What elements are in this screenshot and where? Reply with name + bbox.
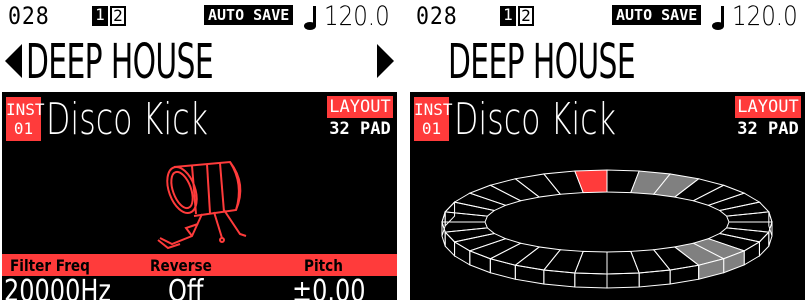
pad-segment-wall xyxy=(454,241,471,266)
tempo-display: 120.0 xyxy=(302,1,397,32)
tempo-display: 120.0 xyxy=(710,1,805,32)
layout-label: LAYOUT xyxy=(735,96,801,118)
bank-indicator: 1 2 xyxy=(92,6,126,26)
pattern-name: DEEP HOUSE xyxy=(448,34,636,90)
screen-pad-ring-view: 028 1 2 AUTO SAVE 120.0 DEEP HOUSE INST … xyxy=(410,0,805,300)
param-label-reverse: Reverse xyxy=(150,256,212,275)
tempo-value: 120.0 xyxy=(732,1,798,32)
pattern-name: DEEP HOUSE xyxy=(26,34,214,90)
layout-label: LAYOUT xyxy=(327,96,393,118)
right-arrow-icon[interactable] xyxy=(377,44,394,78)
pad-segment-wall xyxy=(469,250,491,274)
pad-segment[interactable] xyxy=(630,249,672,274)
instrument-name: Disco Kick xyxy=(454,94,616,145)
pad-segment-wall xyxy=(489,258,516,280)
pad-segment-wall xyxy=(743,241,760,266)
quarter-note-icon xyxy=(304,6,316,30)
pad-segment[interactable] xyxy=(453,192,507,212)
param-value-filter-freq[interactable]: 20000Hz xyxy=(4,275,111,300)
bank-2: 2 xyxy=(518,6,534,26)
pad-segment[interactable] xyxy=(574,169,608,194)
pattern-number: 028 xyxy=(416,2,458,30)
bank-1: 1 xyxy=(92,6,108,26)
screen-kick-drum-view: 028 1 2 AUTO SAVE 120.0 DEEP HOUSE INST … xyxy=(2,0,397,300)
bank-2: 2 xyxy=(110,6,126,26)
pad-segment[interactable] xyxy=(606,250,640,275)
instrument-panel: INST 01 Disco Kick LAYOUT 32 PAD xyxy=(2,92,397,300)
pad-segment[interactable] xyxy=(725,211,773,223)
pattern-name-row: DEEP HOUSE xyxy=(410,34,805,90)
pattern-name-row: DEEP HOUSE xyxy=(2,34,397,90)
pad-segment-wall xyxy=(514,264,545,285)
left-arrow-icon[interactable] xyxy=(5,44,22,78)
status-bar: 028 1 2 AUTO SAVE 120.0 xyxy=(2,0,397,36)
pattern-number: 028 xyxy=(8,2,50,30)
auto-save-badge: AUTO SAVE xyxy=(204,5,294,25)
layout-value: 32 PAD xyxy=(329,119,391,139)
instrument-tag-label: INST xyxy=(6,100,45,119)
pad-segment-wall xyxy=(669,264,700,285)
quarter-note-icon xyxy=(712,6,724,30)
bank-1: 1 xyxy=(500,6,516,26)
param-value-pitch[interactable]: ±0.00 xyxy=(292,275,366,300)
pad-segment-wall xyxy=(638,269,671,288)
param-label-filter-freq: Filter Freq xyxy=(10,256,90,275)
param-label-pitch: Pitch xyxy=(304,256,343,275)
pad-segment-wall xyxy=(444,230,456,258)
param-value-reverse[interactable]: Off xyxy=(168,275,203,300)
parameter-header-bar: Filter Freq Reverse Pitch xyxy=(2,254,397,276)
pad-segment-wall xyxy=(758,230,770,258)
pad-segment[interactable] xyxy=(488,178,541,202)
pad-segment[interactable] xyxy=(542,249,584,274)
instrument-tag: INST 01 xyxy=(6,97,45,141)
instrument-panel: INST 01 Disco Kick LAYOUT 32 PAD xyxy=(410,92,805,300)
tempo-value: 120.0 xyxy=(324,1,390,32)
pad-segment-wall xyxy=(543,269,576,288)
instrument-name: Disco Kick xyxy=(46,94,208,145)
pad-segment-wall xyxy=(606,272,640,289)
instrument-tag-number: 01 xyxy=(13,119,34,138)
bank-indicator: 1 2 xyxy=(500,6,534,26)
pad-segment-wall xyxy=(574,272,608,289)
pad-ring-icon xyxy=(441,169,773,289)
layout-value: 32 PAD xyxy=(737,119,799,139)
status-bar: 028 1 2 AUTO SAVE 120.0 xyxy=(410,0,805,36)
kick-drum-icon xyxy=(157,160,247,250)
instrument-tag-label: INST xyxy=(414,100,453,119)
pad-segment[interactable] xyxy=(441,221,489,233)
pad-segment[interactable] xyxy=(574,250,608,275)
auto-save-badge: AUTO SAVE xyxy=(612,5,702,25)
instrument-tag: INST 01 xyxy=(414,97,453,141)
instrument-tag-number: 01 xyxy=(421,119,442,138)
